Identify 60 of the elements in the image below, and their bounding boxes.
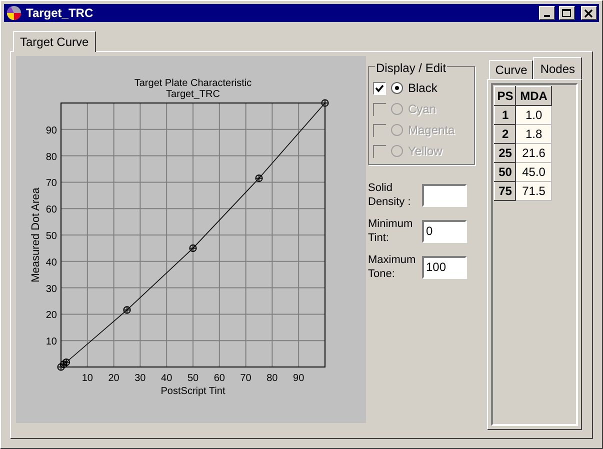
y-tick-label: 50: [46, 231, 57, 242]
radio-button[interactable]: [391, 82, 403, 94]
minimize-icon: [544, 15, 550, 17]
x-tick-label: 20: [108, 373, 120, 384]
y-tick-label: 70: [46, 178, 57, 190]
y-tick-label: 90: [46, 125, 57, 136]
x-tick-label: 10: [82, 373, 93, 384]
x-tick-label: 60: [214, 373, 225, 384]
node-marker[interactable]: [321, 99, 329, 107]
node-marker[interactable]: [57, 363, 65, 371]
node-marker[interactable]: [255, 174, 263, 182]
column-header[interactable]: MDA: [516, 86, 552, 106]
close-icon: [584, 8, 594, 18]
y-tick-label: 30: [46, 284, 57, 295]
row-header[interactable]: 75: [494, 182, 516, 200]
table-cell[interactable]: 45.0: [516, 162, 552, 182]
x-tick-label: 40: [161, 373, 172, 384]
input-field[interactable]: [422, 184, 467, 206]
node-marker[interactable]: [189, 244, 197, 252]
y-tick-label: 20: [46, 310, 57, 322]
chart-title: Target Plate Characteristic: [134, 78, 252, 89]
x-tick-label: 90: [293, 373, 304, 384]
maximize-icon: [562, 8, 572, 18]
maximize-button[interactable]: [559, 6, 575, 20]
y-axis-label: Measured Dot Area: [30, 188, 42, 282]
y-tick-label: 40: [46, 257, 57, 268]
row-header[interactable]: 2: [494, 124, 516, 144]
field-label: Maximum Tone:: [368, 253, 417, 281]
x-tick-label: 80: [266, 373, 278, 384]
chart-subtitle: Target_TRC: [166, 89, 220, 100]
table-cell[interactable]: 1.0: [516, 106, 552, 124]
channel-label: Black: [408, 80, 438, 97]
x-tick-label: 30: [134, 373, 146, 384]
x-axis-label: PostScript Tint: [160, 386, 226, 397]
x-tick-label: 50: [187, 373, 199, 384]
close-button[interactable]: [581, 6, 597, 20]
window-title: Target_TRC: [26, 5, 94, 22]
y-tick-label: 80: [46, 152, 57, 163]
table-cell[interactable]: 21.6: [516, 144, 552, 162]
field-label: Solid Density :: [368, 181, 412, 209]
color-wheel-icon: [6, 5, 22, 21]
node-marker[interactable]: [62, 358, 70, 366]
y-tick-label: 60: [46, 204, 57, 216]
minimize-button[interactable]: [539, 6, 555, 20]
field-label: Minimum Tint:: [368, 217, 414, 245]
y-tick-label: 10: [46, 336, 57, 348]
tab[interactable]: Nodes: [533, 57, 582, 79]
input-field[interactable]: 0: [422, 220, 467, 242]
x-tick-label: 70: [240, 373, 252, 384]
tab[interactable]: Target Curve: [13, 31, 96, 52]
row-header[interactable]: 1: [494, 106, 516, 124]
node-marker[interactable]: [123, 306, 131, 314]
table-cell[interactable]: 71.5: [516, 182, 552, 200]
row-header[interactable]: 50: [494, 162, 516, 182]
row-header[interactable]: 25: [494, 144, 516, 162]
node-marker[interactable]: [60, 360, 68, 368]
table-cell[interactable]: 1.8: [516, 124, 552, 144]
checkbox[interactable]: [373, 82, 386, 94]
input-field[interactable]: 100: [422, 256, 467, 278]
column-header[interactable]: PS: [494, 86, 516, 106]
